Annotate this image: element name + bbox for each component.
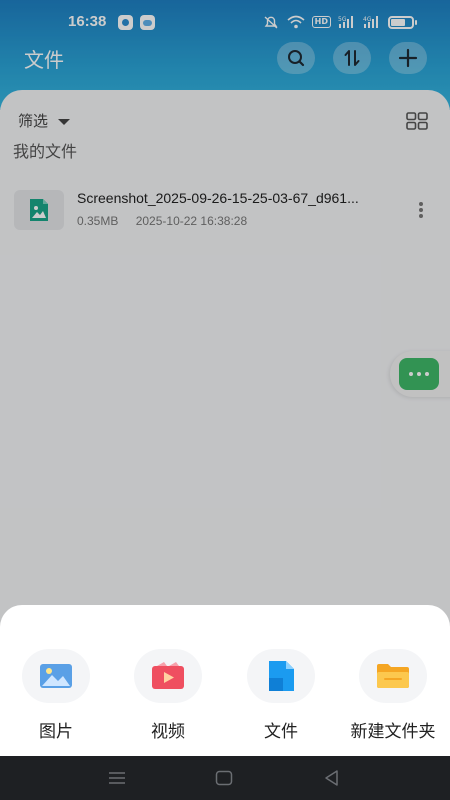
- sheet-item-file[interactable]: 文件: [225, 649, 337, 742]
- home-icon[interactable]: [214, 768, 234, 788]
- create-bottom-sheet: 图片 视频 文件 新建文件夹: [0, 605, 450, 756]
- sheet-item-image[interactable]: 图片: [0, 649, 112, 742]
- system-nav-bar: [0, 756, 450, 800]
- back-icon[interactable]: [322, 768, 342, 788]
- file-icon: [247, 649, 315, 703]
- video-icon: [134, 649, 202, 703]
- sheet-label-video: 视频: [151, 722, 185, 742]
- sheet-item-new-folder[interactable]: 新建文件夹: [337, 649, 449, 742]
- sheet-label-image: 图片: [39, 722, 73, 742]
- sheet-label-file: 文件: [264, 722, 298, 742]
- new-folder-icon: [359, 649, 427, 703]
- sheet-item-video[interactable]: 视频: [112, 649, 224, 742]
- menu-icon[interactable]: [107, 768, 127, 788]
- image-icon: [22, 649, 90, 703]
- sheet-label-new-folder: 新建文件夹: [350, 722, 436, 742]
